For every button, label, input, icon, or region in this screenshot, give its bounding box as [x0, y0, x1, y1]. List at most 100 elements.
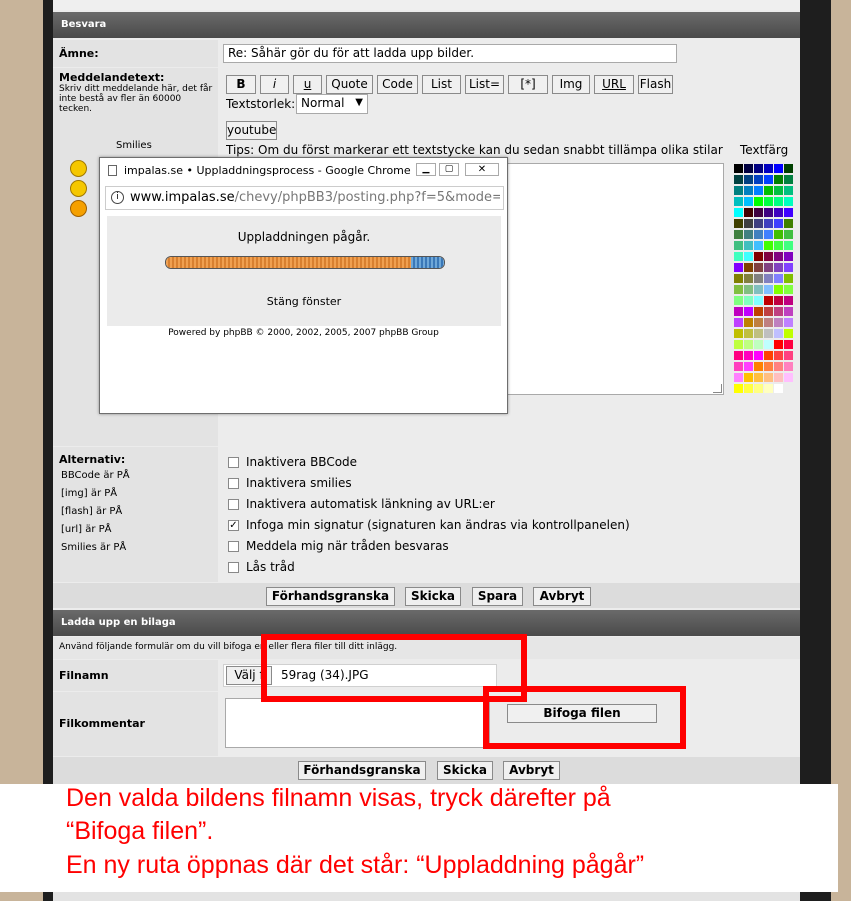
color-swatch[interactable] [744, 351, 753, 360]
ordered-list-button[interactable]: List= [465, 75, 504, 94]
url-button[interactable]: URL [594, 75, 634, 94]
color-swatch[interactable] [754, 296, 763, 305]
color-swatch[interactable] [744, 384, 753, 393]
color-swatch[interactable] [784, 241, 793, 250]
list-item-button[interactable]: [*] [508, 75, 548, 94]
close-window-link[interactable]: Stäng fönster [107, 295, 501, 308]
color-swatch[interactable] [744, 175, 753, 184]
color-swatch[interactable] [744, 164, 753, 173]
italic-button[interactable]: i [260, 75, 289, 94]
color-swatch[interactable] [734, 285, 743, 294]
font-size-select[interactable]: Normal ▼ [296, 94, 368, 114]
popup-titlebar[interactable]: impalas.se • Uppladdningsprocess - Googl… [100, 158, 507, 184]
preview-button[interactable]: Förhandsgranska [266, 587, 395, 606]
color-swatch[interactable] [734, 175, 743, 184]
color-swatch[interactable] [774, 208, 783, 217]
color-swatch[interactable] [744, 197, 753, 206]
preview-button-bottom[interactable]: Förhandsgranska [298, 761, 426, 780]
color-swatch[interactable] [754, 186, 763, 195]
color-swatch[interactable] [774, 318, 783, 327]
list-button[interactable]: List [422, 75, 461, 94]
color-swatch[interactable] [774, 340, 783, 349]
color-swatch[interactable] [764, 329, 773, 338]
color-swatch[interactable] [784, 186, 793, 195]
color-swatch[interactable] [784, 340, 793, 349]
color-swatch[interactable] [774, 197, 783, 206]
submit-button[interactable]: Skicka [405, 587, 461, 606]
color-swatch[interactable] [784, 252, 793, 261]
resize-handle-icon[interactable] [713, 384, 722, 393]
color-swatch[interactable] [754, 351, 763, 360]
color-swatch[interactable] [774, 351, 783, 360]
cancel-button-bottom[interactable]: Avbryt [503, 761, 560, 780]
color-swatch[interactable] [764, 340, 773, 349]
lock-topic-checkbox[interactable] [228, 562, 239, 573]
color-swatch[interactable] [784, 373, 793, 382]
color-swatch[interactable] [754, 241, 763, 250]
color-swatch[interactable] [734, 197, 743, 206]
color-swatch[interactable] [744, 340, 753, 349]
color-swatch[interactable] [754, 263, 763, 272]
color-swatch[interactable] [774, 373, 783, 382]
color-swatch[interactable] [744, 208, 753, 217]
smiley-evil-icon[interactable] [70, 200, 87, 217]
color-swatch[interactable] [774, 285, 783, 294]
color-swatch[interactable] [734, 318, 743, 327]
disable-smilies-checkbox[interactable] [228, 478, 239, 489]
color-swatch[interactable] [774, 241, 783, 250]
color-swatch[interactable] [774, 384, 783, 393]
color-swatch[interactable] [774, 252, 783, 261]
color-swatch[interactable] [734, 241, 743, 250]
color-swatch[interactable] [734, 307, 743, 316]
color-swatch[interactable] [754, 362, 763, 371]
color-swatch[interactable] [734, 362, 743, 371]
color-swatch[interactable] [754, 230, 763, 239]
color-swatch[interactable] [784, 285, 793, 294]
color-swatch[interactable] [764, 373, 773, 382]
color-swatch[interactable] [754, 329, 763, 338]
color-swatch[interactable] [764, 175, 773, 184]
color-swatch[interactable] [734, 252, 743, 261]
notify-reply-checkbox[interactable] [228, 541, 239, 552]
text-color-palette[interactable] [734, 164, 794, 439]
color-swatch[interactable] [774, 307, 783, 316]
color-swatch[interactable] [784, 230, 793, 239]
color-swatch[interactable] [734, 186, 743, 195]
color-swatch[interactable] [754, 384, 763, 393]
color-swatch[interactable] [744, 219, 753, 228]
color-swatch[interactable] [764, 307, 773, 316]
color-swatch[interactable] [744, 252, 753, 261]
img-button[interactable]: Img [552, 75, 590, 94]
color-swatch[interactable] [734, 340, 743, 349]
color-swatch[interactable] [744, 329, 753, 338]
save-button[interactable]: Spara [472, 587, 523, 606]
color-swatch[interactable] [774, 219, 783, 228]
color-swatch[interactable] [764, 219, 773, 228]
color-swatch[interactable] [784, 263, 793, 272]
color-swatch[interactable] [734, 164, 743, 173]
close-icon[interactable]: ✕ [465, 163, 499, 176]
color-swatch[interactable] [754, 219, 763, 228]
color-swatch[interactable] [754, 274, 763, 283]
color-swatch[interactable] [744, 285, 753, 294]
color-swatch[interactable] [754, 340, 763, 349]
color-swatch[interactable] [764, 230, 773, 239]
color-swatch[interactable] [764, 351, 773, 360]
color-swatch[interactable] [744, 362, 753, 371]
file-comment-textarea[interactable] [225, 698, 490, 748]
disable-bbcode-checkbox[interactable] [228, 457, 239, 468]
color-swatch[interactable] [734, 263, 743, 272]
smiley-cool-icon[interactable] [70, 180, 87, 197]
color-swatch[interactable] [734, 296, 743, 305]
cancel-button[interactable]: Avbryt [533, 587, 591, 606]
color-swatch[interactable] [754, 318, 763, 327]
color-swatch[interactable] [754, 307, 763, 316]
color-swatch[interactable] [784, 351, 793, 360]
color-swatch[interactable] [764, 241, 773, 250]
color-swatch[interactable] [784, 329, 793, 338]
color-swatch[interactable] [774, 230, 783, 239]
color-swatch[interactable] [774, 274, 783, 283]
color-swatch[interactable] [734, 219, 743, 228]
underline-button[interactable]: u [293, 75, 322, 94]
color-swatch[interactable] [764, 362, 773, 371]
